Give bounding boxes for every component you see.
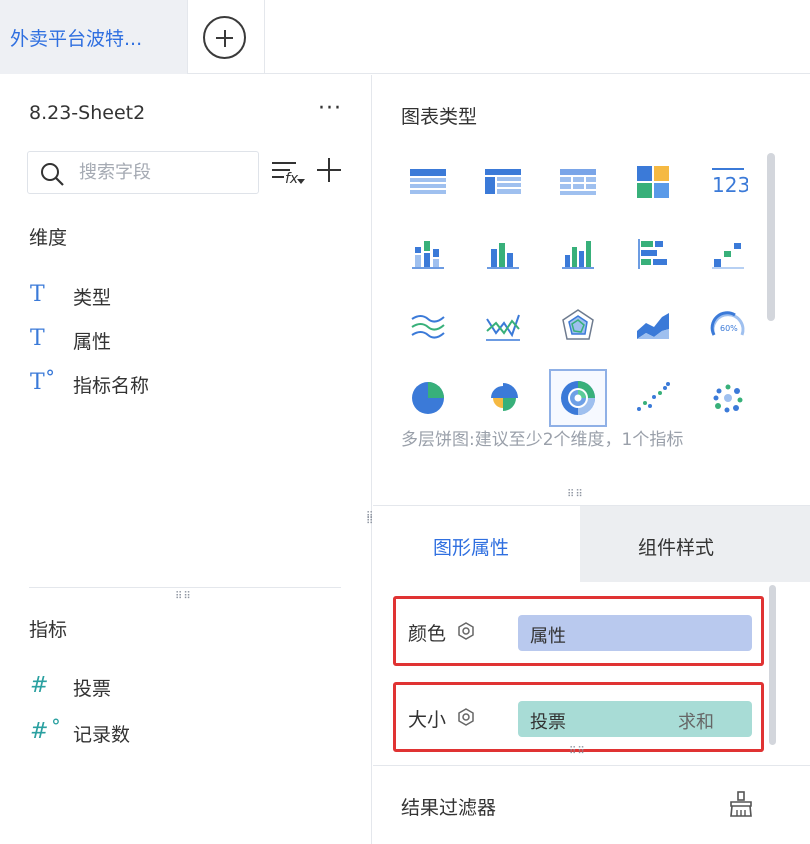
grouped-column-icon[interactable] [474, 225, 532, 283]
rose-pie-icon[interactable] [474, 369, 532, 427]
chart-grid-scrollbar[interactable] [767, 153, 775, 321]
grid-table-icon[interactable] [549, 153, 607, 211]
more-options-button[interactable]: ··· [318, 98, 342, 120]
line-icon[interactable] [399, 297, 457, 355]
chart-config-panel: 图表类型 123 60% 多层饼图:建议至少2个维度，1个指标 ⠿⠿ 图形属性 … [373, 75, 810, 844]
tab-component-style-label: 组件样式 [638, 537, 715, 559]
color-property-row: 颜色 属性 [393, 596, 764, 666]
scatter-icon[interactable] [624, 369, 682, 427]
bubble-icon[interactable] [699, 369, 757, 427]
property-scrollbar[interactable] [769, 585, 776, 745]
drag-handle-icon[interactable]: ⠿⠿ [567, 490, 584, 500]
number-type-icon: #˚ [30, 719, 60, 744]
svg-text:60%: 60% [720, 324, 738, 333]
add-field-button[interactable] [317, 158, 341, 182]
tab-component-style[interactable]: 组件样式 [580, 506, 810, 582]
result-filter-row[interactable]: 结果过滤器 [373, 765, 810, 844]
number-123-icon[interactable]: 123 [699, 153, 757, 211]
result-filter-label: 结果过滤器 [401, 797, 497, 819]
gear-icon[interactable] [456, 621, 476, 641]
multi-line-icon[interactable] [474, 297, 532, 355]
svg-text:123: 123 [712, 173, 748, 197]
tab-bar: 外卖平台波特... [0, 0, 810, 74]
search-icon [41, 163, 64, 186]
cross-table-icon[interactable] [474, 153, 532, 211]
size-field-pill[interactable]: 投票 求和 [518, 701, 752, 737]
gear-icon[interactable] [456, 707, 476, 727]
dimension-field-label: 属性 [73, 331, 112, 353]
area-icon[interactable] [624, 297, 682, 355]
drag-handle-icon[interactable]: ⠿⠿ [175, 592, 192, 602]
size-label: 大小 [408, 709, 447, 731]
dimensions-title: 维度 [29, 227, 68, 249]
dimension-field-label: 指标名称 [73, 375, 150, 397]
dimension-field-label: 类型 [73, 287, 112, 309]
size-aggregation[interactable]: 求和 [678, 708, 714, 734]
field-filter-icon[interactable]: fx [270, 159, 310, 189]
field-panel: 8.23-Sheet2 ··· fx 维度 T 类型 T 属性 T˚ 指标名称 … [0, 75, 372, 844]
sheet-name: 8.23-Sheet2 [29, 102, 146, 124]
scatter-step-icon[interactable] [699, 225, 757, 283]
svg-text:fx: fx [285, 171, 299, 187]
color-label: 颜色 [408, 623, 447, 645]
plus-circle-icon [203, 16, 246, 59]
text-type-icon: T˚ [30, 370, 56, 395]
broom-icon[interactable] [727, 790, 755, 818]
kpi-card-icon[interactable] [624, 153, 682, 211]
gauge-icon[interactable]: 60% [699, 297, 757, 355]
property-tabs: 图形属性 组件样式 [373, 506, 810, 582]
measures-title: 指标 [29, 619, 68, 641]
table-icon[interactable] [399, 153, 457, 211]
radar-icon[interactable] [549, 297, 607, 355]
multi-level-pie-icon[interactable] [549, 369, 607, 427]
chart-types-title: 图表类型 [401, 106, 478, 128]
tab-shape-properties-label: 图形属性 [433, 537, 510, 559]
text-type-icon: T [30, 326, 45, 351]
size-property-row: 大小 投票 求和 [393, 682, 764, 752]
tab-dashboard-label: 外卖平台波特... [10, 28, 143, 50]
number-type-icon: # [30, 673, 49, 698]
horizontal-bar-icon[interactable] [624, 225, 682, 283]
tab-dashboard[interactable]: 外卖平台波特... [0, 0, 188, 74]
color-field-pill[interactable]: 属性 [518, 615, 752, 651]
chart-hint: 多层饼图:建议至少2个维度，1个指标 [401, 430, 684, 450]
stacked-bar-icon[interactable] [399, 225, 457, 283]
search-box[interactable] [27, 151, 259, 194]
color-field-label: 属性 [530, 626, 566, 647]
size-field-label: 投票 [530, 712, 566, 733]
panel-divider [29, 587, 341, 588]
pie-icon[interactable] [399, 369, 457, 427]
column-icon[interactable] [549, 225, 607, 283]
text-type-icon: T [30, 282, 45, 307]
drag-handle-icon[interactable]: ⠿⠿ [569, 747, 586, 757]
tab-shape-properties[interactable]: 图形属性 [373, 506, 580, 582]
measure-field-label: 记录数 [73, 724, 131, 746]
add-tab-button[interactable] [188, 0, 265, 74]
measure-field-label: 投票 [73, 678, 112, 700]
search-input[interactable] [79, 162, 249, 183]
